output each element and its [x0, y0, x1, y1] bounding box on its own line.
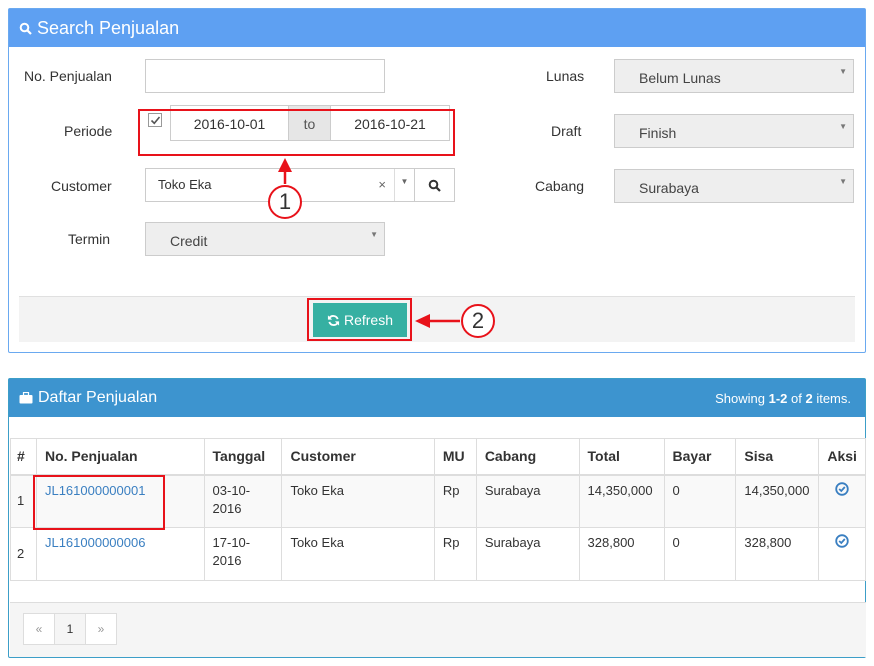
list-panel-header: Daftar Penjualan Showing 1-2 of 2 items. [9, 379, 865, 417]
bayar-cell: 0 [663, 527, 737, 581]
tanggal-cell: 03-10- 2016 [203, 474, 283, 528]
customer-cell: Toko Eka [281, 527, 435, 581]
aksi-cell [818, 527, 866, 581]
annotation-box-link [33, 475, 165, 530]
column-header-sisa[interactable]: Sisa [735, 438, 820, 476]
column-header-no-penjualan[interactable]: No. Penjualan [35, 438, 205, 476]
annotation-arrowhead-1 [278, 158, 292, 172]
annotation-arrowhead-2 [415, 314, 430, 328]
tanggal-cell: 17-10- 2016 [203, 527, 283, 581]
list-panel-title: Daftar Penjualan [38, 389, 158, 406]
column-header-bayar[interactable]: Bayar [663, 438, 737, 476]
mu-cell: Rp [433, 474, 477, 528]
bayar-cell: 0 [663, 474, 737, 528]
row-number: 2 [10, 527, 37, 581]
pagination-prev[interactable]: « [23, 613, 55, 645]
list-summary: Showing 1-2 of 2 items. [715, 390, 851, 406]
total-cell: 328,800 [578, 527, 665, 581]
sisa-cell: 328,800 [735, 527, 820, 581]
column-header-customer[interactable]: Customer [281, 438, 435, 476]
check-circle-icon[interactable] [835, 481, 849, 496]
column-header-tanggal[interactable]: Tanggal [203, 438, 283, 476]
column-header-aksi: Aksi [818, 438, 866, 476]
table-header-row: # No. Penjualan Tanggal Customer MU Caba… [10, 438, 866, 476]
aksi-cell [818, 474, 866, 528]
cabang-cell: Surabaya [475, 527, 580, 581]
cabang-cell: Surabaya [475, 474, 580, 528]
callout-2: 2 [461, 304, 495, 338]
table-row: 2 JL161000000006 17-10- 2016 Toko Eka Rp … [10, 527, 866, 581]
callout-1: 1 [268, 185, 302, 219]
column-header-cabang[interactable]: Cabang [475, 438, 580, 476]
column-header-no[interactable]: # [10, 438, 37, 476]
briefcase-icon [19, 392, 33, 404]
column-header-total[interactable]: Total [578, 438, 665, 476]
no-penjualan-link[interactable]: JL161000000006 [45, 535, 146, 550]
total-cell: 14,350,000 [578, 474, 665, 528]
customer-cell: Toko Eka [281, 474, 435, 528]
mu-cell: Rp [433, 527, 477, 581]
pagination-next[interactable]: » [85, 613, 117, 645]
sisa-cell: 14,350,000 [735, 474, 820, 528]
pagination: « 1 » [23, 613, 117, 645]
table-footer [10, 602, 866, 657]
pagination-page-1[interactable]: 1 [54, 613, 86, 645]
check-circle-icon[interactable] [835, 534, 849, 548]
column-header-mu[interactable]: MU [433, 438, 477, 476]
no-penjualan-cell: JL161000000006 [35, 527, 205, 581]
